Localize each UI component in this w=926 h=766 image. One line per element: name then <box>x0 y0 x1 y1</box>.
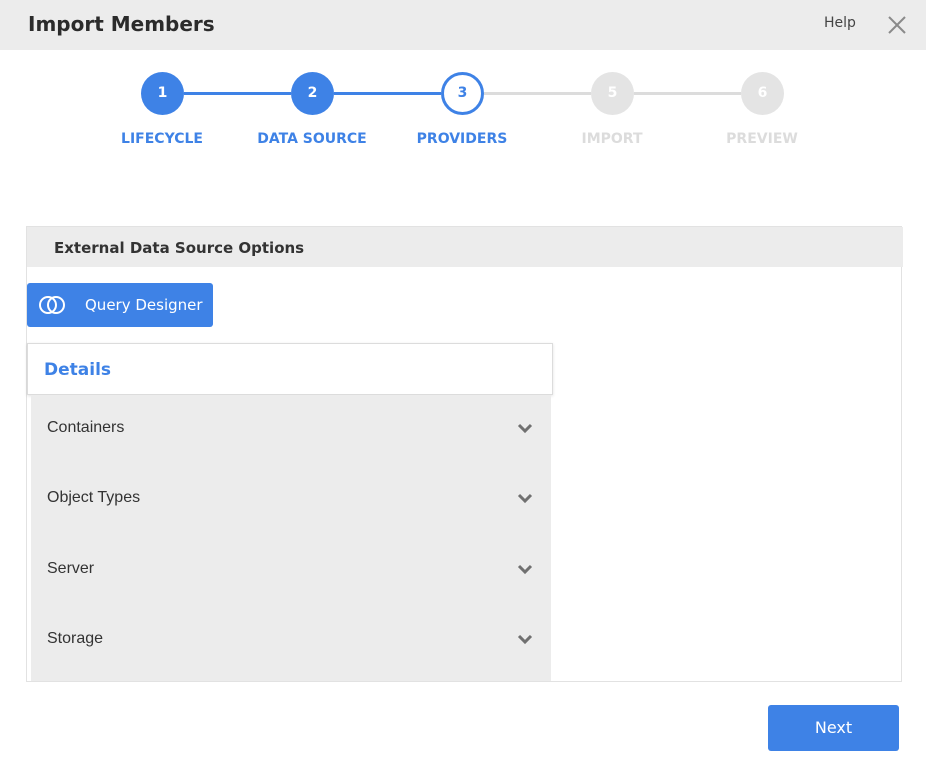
step-5-circle: 5 <box>591 72 634 115</box>
accordion-item-label: Server <box>47 560 95 577</box>
step-6-circle: 6 <box>741 72 784 115</box>
external-data-source-panel: External Data Source Options Query Desig… <box>26 226 903 682</box>
query-designer-button[interactable]: Query Designer <box>27 283 213 327</box>
wizard-stepper: 1 2 3 5 6 LIFECYCLE DATA SOURCE PROVIDER… <box>0 70 926 160</box>
next-button[interactable]: Next <box>768 705 899 751</box>
help-link[interactable]: Help <box>824 15 856 31</box>
query-designer-label: Query Designer <box>85 296 203 314</box>
chevron-down-icon <box>517 493 533 504</box>
step-connector <box>484 92 591 95</box>
chevron-down-icon <box>517 423 533 434</box>
accordion-item-containers[interactable]: Containers <box>31 395 551 465</box>
step-1-circle[interactable]: 1 <box>141 72 184 115</box>
accordion-item-object-types[interactable]: Object Types <box>31 465 551 535</box>
close-icon[interactable] <box>886 14 908 36</box>
step-2-label[interactable]: DATA SOURCE <box>237 131 387 147</box>
step-connector <box>634 92 741 95</box>
step-connector <box>334 92 441 95</box>
venn-diagram-icon <box>39 296 65 314</box>
step-5-label: IMPORT <box>581 131 643 147</box>
panel-header: External Data Source Options <box>27 227 903 267</box>
panel-title: External Data Source Options <box>54 239 305 257</box>
details-header: Details <box>27 343 553 395</box>
step-2-circle[interactable]: 2 <box>291 72 334 115</box>
accordion-item-label: Object Types <box>47 489 141 506</box>
step-3-label[interactable]: PROVIDERS <box>387 131 537 147</box>
accordion-item-label: Containers <box>47 419 125 436</box>
dialog-titlebar: Import Members Help <box>0 0 926 50</box>
chevron-down-icon <box>517 564 533 575</box>
chevron-down-icon <box>517 634 533 645</box>
dialog-title: Import Members <box>28 12 215 36</box>
accordion-item-storage[interactable]: Storage <box>31 606 551 676</box>
step-3-circle[interactable]: 3 <box>441 72 484 115</box>
details-title: Details <box>44 360 112 380</box>
step-connector <box>184 92 291 95</box>
accordion-item-label: Storage <box>47 630 104 647</box>
step-1-label[interactable]: LIFECYCLE <box>87 131 237 147</box>
accordion-item-server[interactable]: Server <box>31 536 551 606</box>
step-6-label: PREVIEW <box>726 131 798 147</box>
details-accordion: Containers Object Types Server Storage <box>31 395 551 681</box>
